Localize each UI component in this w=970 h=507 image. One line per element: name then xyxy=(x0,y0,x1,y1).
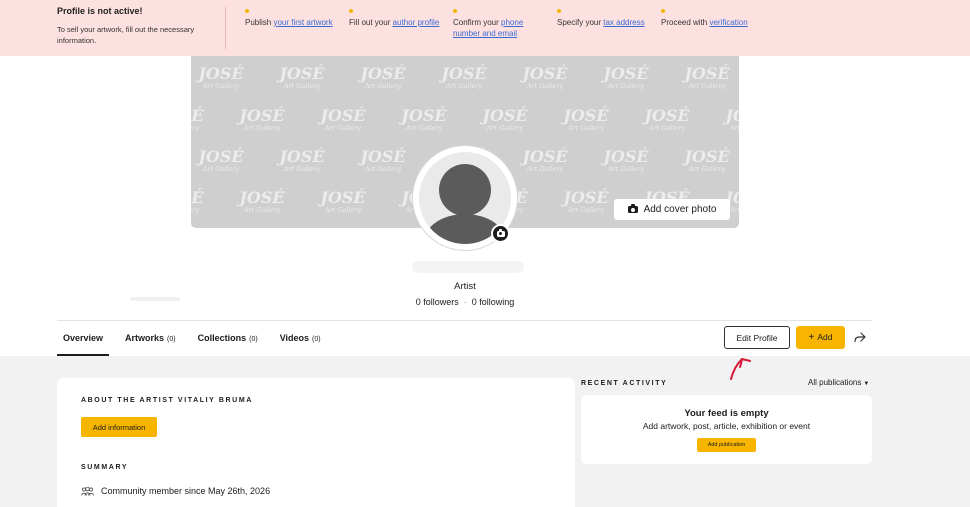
step-dot-icon xyxy=(557,9,561,13)
watermark-logo: JOSÉArt Gallery xyxy=(279,147,325,173)
recent-activity-card: Your feed is empty Add artwork, post, ar… xyxy=(581,395,872,464)
watermark-logo: JOSÉArt Gallery xyxy=(360,64,406,90)
step-publish-artwork: Publish your first artwork xyxy=(245,9,335,28)
banner-divider xyxy=(225,7,226,49)
verification-link[interactable]: verification xyxy=(709,18,747,27)
publications-filter-dropdown[interactable]: All publications ▼ xyxy=(808,378,869,387)
summary-heading: SUMMARY xyxy=(81,464,129,471)
about-heading: ABOUT THE ARTIST VITALIY BRUMA xyxy=(81,397,253,404)
step-verification: Proceed with verification xyxy=(661,9,751,28)
tab-videos[interactable]: Videos (0) xyxy=(274,330,327,356)
tabs-divider xyxy=(57,320,872,321)
member-since-row: Community member since May 26th, 2026 xyxy=(81,486,270,496)
watermark-logo: JOSÉArt Gallery xyxy=(239,106,285,132)
camera-icon xyxy=(627,204,638,213)
banner-title: Profile is not active! xyxy=(57,6,143,16)
watermark-logo: JOSÉArt Gallery xyxy=(239,188,285,214)
feed-empty-title: Your feed is empty xyxy=(684,408,769,419)
watermark-logo: JOSÉArt Gallery xyxy=(522,147,568,173)
watermark-logo: JOSÉArt Gallery xyxy=(360,147,406,173)
tab-count: (0) xyxy=(312,336,321,343)
add-button[interactable]: + Add xyxy=(796,326,845,349)
watermark-logo: JOSÉArt Gallery xyxy=(563,188,609,214)
profile-header: JOSÉ Art Gallery JOSÉ Art Gallery JOSÉ Art Ga… xyxy=(0,56,970,380)
followers-count[interactable]: 0 followers xyxy=(416,297,459,307)
following-count[interactable]: 0 following xyxy=(472,297,515,307)
member-since-text: Community member since May 26th, 2026 xyxy=(101,486,271,496)
watermark-logo: JOSÉArt Gallery xyxy=(279,64,325,90)
recent-activity-heading: RECENT ACTIVITY xyxy=(581,380,668,387)
watermark-logo: JOSÉArt Gallery xyxy=(198,147,244,173)
about-artist-card: ABOUT THE ARTIST VITALIY BRUMA Add infor… xyxy=(57,378,575,507)
watermark-logo: JOSÉArt Gallery xyxy=(191,106,204,132)
step-dot-icon xyxy=(453,9,457,13)
tab-overview[interactable]: Overview xyxy=(57,330,110,356)
step-dot-icon xyxy=(661,9,665,13)
step-tax-address: Specify your tax address xyxy=(557,9,647,28)
annotation-arrow-icon xyxy=(730,358,751,380)
watermark-logo: JOSÉArt Gallery xyxy=(644,106,690,132)
follow-counts: 0 followers · 0 following xyxy=(415,297,515,307)
add-cover-photo-button[interactable]: Add cover photo xyxy=(614,199,730,220)
add-information-button[interactable]: Add information xyxy=(81,417,157,437)
step-confirm-contacts: Confirm your phone number and email xyxy=(453,9,545,39)
watermark-logo: JOSÉArt Gallery xyxy=(198,64,244,90)
watermark-logo: JOSÉArt Gallery xyxy=(684,147,730,173)
step-dot-icon xyxy=(245,9,249,13)
profile-tabs: Overview Artworks (0) Collections (0) Vide… xyxy=(57,330,337,356)
watermark-logo: JOSÉArt Gallery xyxy=(522,64,568,90)
profile-name-blurred xyxy=(412,261,524,273)
watermark-logo: JOSÉArt Gallery xyxy=(191,188,204,214)
feed-empty-subtitle: Add artwork, post, article, exhibition o… xyxy=(642,421,811,431)
watermark-logo: JOSÉArt Gallery xyxy=(563,106,609,132)
tab-count: (0) xyxy=(167,336,176,343)
tab-count: (0) xyxy=(249,336,258,343)
banner-description: To sell your artwork, fill out the neces… xyxy=(57,25,195,45)
watermark-logo: JOSÉArt Gallery xyxy=(725,106,739,132)
watermark-logo: JOSÉArt Gallery xyxy=(603,147,649,173)
publish-artwork-link[interactable]: your first artwork xyxy=(273,18,332,27)
add-publication-button[interactable]: Add publication xyxy=(697,438,756,452)
step-dot-icon xyxy=(349,9,353,13)
author-profile-link[interactable]: author profile xyxy=(393,18,440,27)
chevron-down-icon: ▼ xyxy=(863,381,870,387)
watermark-logo: JOSÉArt Gallery xyxy=(441,64,487,90)
camera-icon xyxy=(496,228,505,237)
watermark-logo: JOSÉArt Gallery xyxy=(684,64,730,90)
watermark-logo: JOSÉArt Gallery xyxy=(401,106,447,132)
community-icon xyxy=(81,486,94,496)
tab-collections[interactable]: Collections (0) xyxy=(192,330,264,356)
tax-address-link[interactable]: tax address xyxy=(603,18,644,27)
watermark-logo: JOSÉArt Gallery xyxy=(482,106,528,132)
share-icon[interactable] xyxy=(853,330,867,344)
watermark-logo: JOSÉArt Gallery xyxy=(320,188,366,214)
profile-role: Artist xyxy=(454,281,476,292)
change-avatar-button[interactable] xyxy=(491,224,510,243)
watermark-logo: JOSÉArt Gallery xyxy=(320,106,366,132)
step-author-profile: Fill out your author profile xyxy=(349,9,441,28)
watermark-logo: JOSÉArt Gallery xyxy=(603,64,649,90)
tab-artworks[interactable]: Artworks (0) xyxy=(119,330,182,356)
profile-inactive-banner: Profile is not active! To sell your artw… xyxy=(0,0,970,56)
